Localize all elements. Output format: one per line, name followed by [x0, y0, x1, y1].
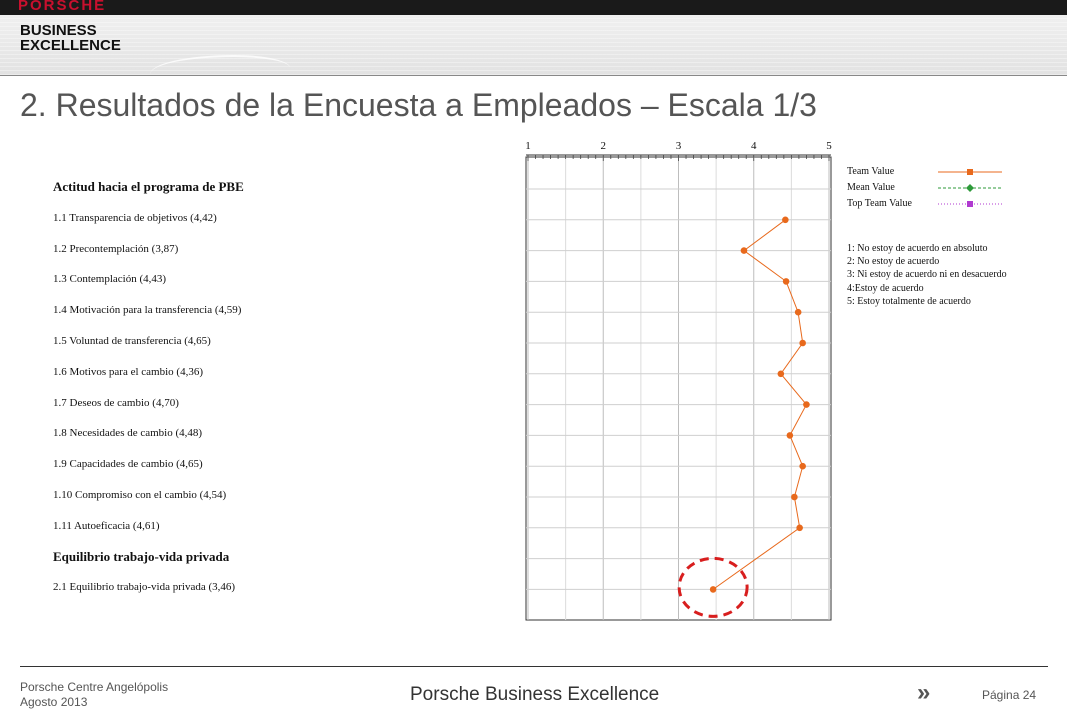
team-value-point — [782, 278, 790, 285]
row-label: 1.4 Motivación para la transferencia (4,… — [53, 304, 242, 317]
scale-note: 2: No estoy de acuerdo — [847, 256, 940, 268]
row-label: 1.7 Deseos de cambio (4,70) — [53, 396, 179, 409]
team-value-point — [803, 401, 810, 408]
section-heading: Equilibrio trabajo-vida privada — [53, 548, 230, 564]
team-value-point — [740, 247, 748, 254]
row-label: 1.5 Voluntad de transferencia (4,65) — [53, 335, 211, 347]
team-value-point — [786, 432, 794, 439]
legend-label: Mean Value — [847, 182, 895, 193]
scale-note: 1: No estoy de acuerdo en absoluto — [847, 243, 988, 254]
scale-note: 3: Ni estoy de acuerdo ni en desacuerdo — [847, 269, 1007, 281]
page-number: Página 24 — [982, 688, 1037, 702]
team-value-point — [796, 524, 803, 532]
legend-label: Team Value — [847, 166, 895, 177]
team-value-point — [782, 216, 789, 224]
legend-marker — [967, 201, 973, 207]
row-label: 1.6 Motivos para el cambio (4,36) — [53, 365, 203, 378]
row-label: 2.1 Equilibrio trabajo-vida privada (3,4… — [53, 581, 236, 594]
x-tick-label: 4 — [751, 140, 757, 152]
legend-marker — [966, 184, 974, 192]
section-heading: Actitud hacia el programa de PBE — [53, 179, 244, 194]
x-tick-label: 1 — [525, 140, 531, 152]
survey-chart: 1 2 3 4 5 — [525, 140, 1002, 621]
legend-marker — [967, 169, 973, 175]
row-label: 1.8 Necesidades de cambio (4,48) — [53, 427, 203, 440]
footer-left: Porsche Centre Angelópolis Agosto 2013 — [20, 680, 168, 710]
row-label: 1.10 Compromiso con el cambio (4,54) — [53, 489, 227, 501]
x-tick-label: 2 — [601, 140, 607, 152]
footer-date: Agosto 2013 — [20, 695, 88, 709]
team-value-point — [799, 339, 806, 347]
team-value-point — [709, 586, 717, 593]
row-label: 1.3 Contemplación (4,43) — [53, 273, 167, 286]
footer-location: Porsche Centre Angelópolis — [20, 680, 169, 694]
team-value-point — [791, 493, 798, 501]
scale-note: 4:Estoy de acuerdo — [847, 282, 924, 294]
row-label: 1.1 Transparencia de objetivos (4,42) — [53, 211, 217, 224]
legend-label: Top Team Value — [847, 198, 912, 209]
scale-note: 5: Estoy totalmente de acuerdo — [847, 295, 971, 307]
row-label: 1.9 Capacidades de cambio (4,65) — [53, 458, 203, 471]
team-value-point — [777, 370, 785, 378]
footer-rule — [20, 666, 1048, 667]
row-label: 1.2 Precontemplación (3,87) — [53, 242, 179, 255]
double-chevron-icon: » — [917, 679, 931, 706]
x-tick-label: 3 — [676, 140, 682, 152]
team-value-point — [794, 308, 802, 316]
x-tick-label: 5 — [826, 140, 832, 152]
footer-center-title: Porsche Business Excellence — [410, 684, 660, 705]
row-label: 1.11 Autoeficacia (4,61) — [53, 519, 160, 532]
team-value-point — [799, 462, 806, 470]
